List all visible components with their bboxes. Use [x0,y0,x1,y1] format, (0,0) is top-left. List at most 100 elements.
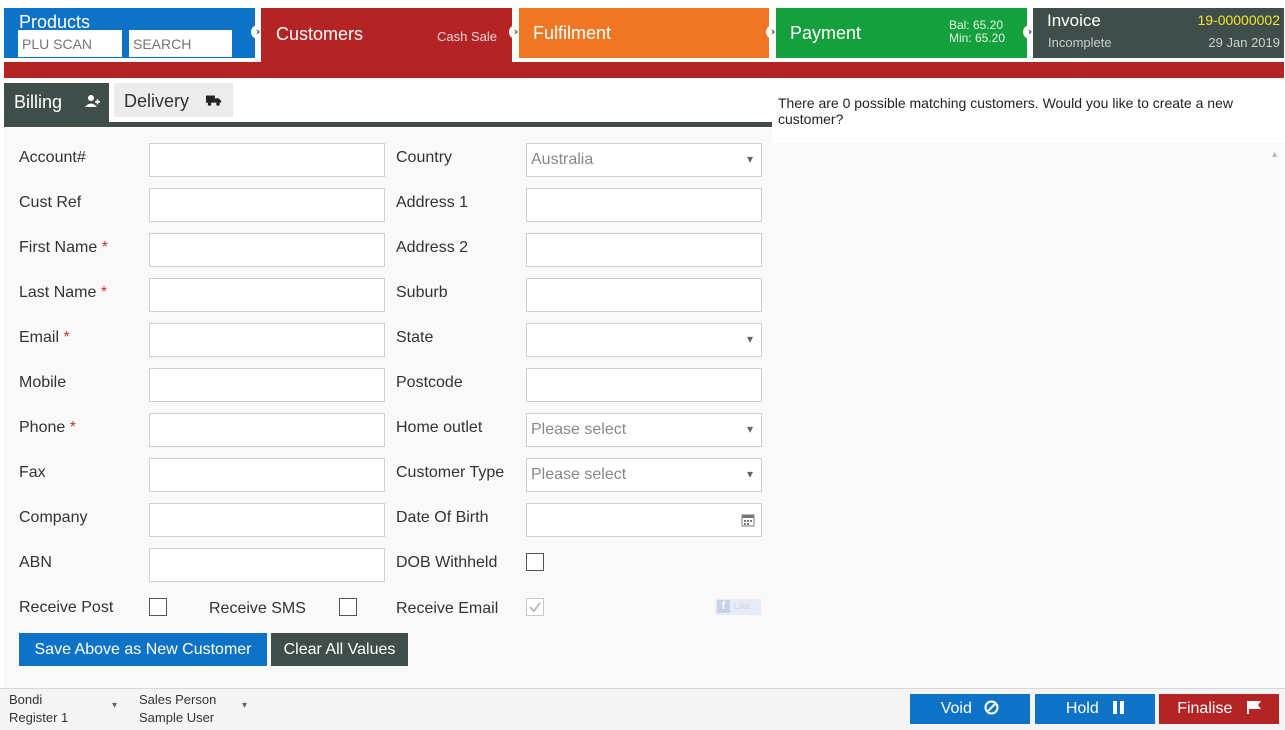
step-invoice-title: Invoice [1047,11,1101,30]
email-label: Email * [19,329,70,346]
ban-icon [984,700,999,715]
facebook-like-button[interactable]: f Like [715,599,761,615]
abn-input[interactable] [149,548,385,582]
suburb-label: Suburb [396,284,448,301]
phone-input[interactable] [149,413,385,447]
receive-sms-label: Receive SMS [209,600,306,617]
tab-billing[interactable]: Billing [4,83,109,127]
phone-label: Phone * [19,419,76,436]
receive-post-checkbox[interactable] [149,598,167,616]
first-name-label: First Name * [19,239,108,256]
email-input[interactable] [149,323,385,357]
account-input[interactable] [149,143,385,177]
company-input[interactable] [149,503,385,537]
address2-input[interactable] [526,233,762,267]
product-search-input[interactable] [129,30,232,57]
chevron-down-icon[interactable]: ▾ [112,700,117,711]
cust-ref-label: Cust Ref [19,194,82,211]
company-label: Company [19,509,88,526]
fax-label: Fax [19,464,46,481]
tab-billing-label: Billing [14,92,63,112]
address1-input[interactable] [526,188,762,222]
home-outlet-label: Home outlet [396,419,483,436]
dob-label: Date Of Birth [396,509,489,526]
step-invoice[interactable]: Invoice Incomplete 19-00000002 29 Jan 20… [1033,8,1284,58]
matching-customers-message: There are 0 possible matching customers.… [778,95,1233,127]
void-label: Void [940,700,972,717]
checkmark-icon [529,602,541,613]
receive-post-label: Receive Post [19,599,114,616]
last-name-label: Last Name * [19,284,108,301]
facebook-like-label: Like [734,601,751,611]
step-customers[interactable]: Customers Cash Sale [261,8,512,62]
pause-icon [1113,701,1125,714]
plu-scan-input[interactable] [18,30,122,57]
postcode-input[interactable] [526,368,762,402]
state-select[interactable] [526,323,762,357]
receive-email-checkbox[interactable] [526,598,544,616]
tab-underline [4,122,772,127]
step-bar: Products › Customers Cash Sale › Fulfilm… [0,0,1285,62]
mobile-label: Mobile [19,374,67,391]
fax-input[interactable] [149,458,385,492]
scroll-up-icon[interactable]: ▲ [1270,149,1279,159]
finalise-label: Finalise [1177,700,1233,717]
address1-label: Address 1 [396,194,469,211]
mobile-input[interactable] [149,368,385,402]
footer-bar: Bondi Register 1 ▾ Sales Person Sample U… [0,688,1285,730]
facebook-icon: f [717,600,730,613]
step-payment-title: Payment [790,23,862,43]
dob-withheld-label: DOB Withheld [396,554,498,571]
hold-label: Hold [1065,700,1099,717]
account-label: Account# [19,149,86,166]
step-payment[interactable]: Payment Bal: 65.20 Min: 65.20 [776,8,1027,58]
calendar-icon[interactable] [741,513,755,527]
chevron-down-icon[interactable]: ▾ [242,700,247,711]
country-label: Country [396,149,453,166]
postcode-label: Postcode [396,374,463,391]
void-button[interactable]: Void [910,694,1030,724]
outlet-selector[interactable]: Bondi Register 1 [9,691,68,727]
billing-form: Account# Cust Ref First Name * Last Name… [4,128,772,688]
customer-type-label: Customer Type [396,464,505,481]
step-products[interactable]: Products [4,8,255,58]
active-step-bar [4,62,1284,78]
cash-sale-label: Cash Sale [437,29,497,44]
minimum-value: Min: 65.20 [948,31,1005,45]
hold-button[interactable]: Hold [1035,694,1155,724]
suburb-input[interactable] [526,278,762,312]
cust-ref-input[interactable] [149,188,385,222]
home-outlet-select[interactable]: Please select [526,413,762,447]
customer-type-select[interactable]: Please select [526,458,762,492]
invoice-status: Incomplete [1048,35,1112,50]
dob-withheld-checkbox[interactable] [526,553,544,571]
sales-person-selector[interactable]: Sales Person Sample User [139,691,216,727]
dob-input[interactable] [526,503,762,537]
first-name-input[interactable] [149,233,385,267]
invoice-date: 29 Jan 2019 [1208,35,1280,50]
address2-label: Address 2 [396,239,469,256]
receive-email-label: Receive Email [396,600,499,617]
step-fulfilment-title: Fulfilment [533,23,612,43]
finalise-button[interactable]: Finalise [1159,694,1279,724]
outlet-name: Bondi [9,692,43,707]
last-name-input[interactable] [149,278,385,312]
sales-person-name: Sample User [139,710,215,725]
user-add-icon [85,95,100,107]
country-select[interactable]: Australia [526,143,762,177]
step-customers-title: Customers [276,24,364,44]
receive-sms-checkbox[interactable] [339,598,357,616]
sales-person-label: Sales Person [139,692,217,707]
balance-info: Bal: 65.20 Min: 65.20 [949,19,1005,45]
step-fulfilment[interactable]: Fulfilment [519,8,769,58]
clear-all-values-button[interactable]: Clear All Values [271,633,408,666]
abn-label: ABN [19,554,52,571]
state-label: State [396,329,434,346]
save-new-customer-button[interactable]: Save Above as New Customer [19,633,267,666]
tab-delivery[interactable]: Delivery [114,83,233,117]
matching-customers-pane: ▲ [772,143,1285,688]
flag-icon [1246,701,1261,714]
customer-tabs: Billing Delivery [4,83,772,127]
truck-icon [206,95,222,106]
invoice-number: 19-00000002 [1197,12,1280,28]
